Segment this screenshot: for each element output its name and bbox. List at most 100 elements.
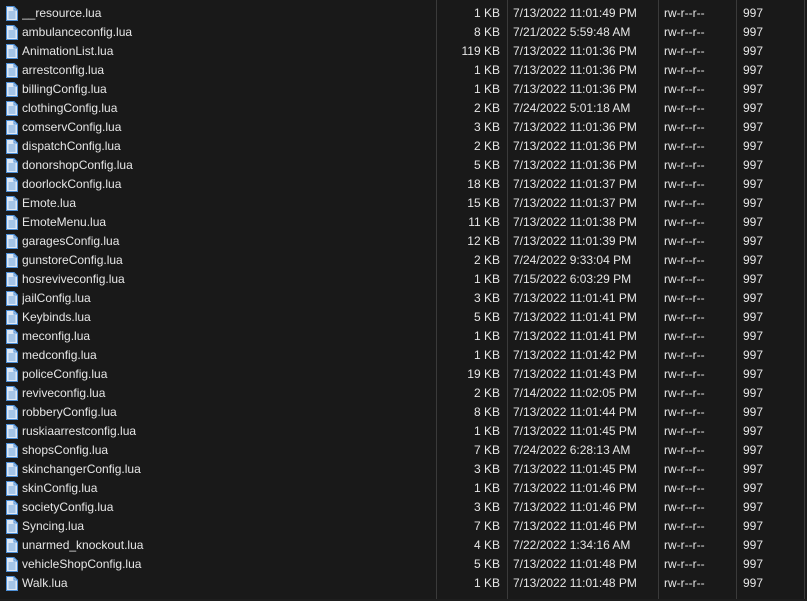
file-permissions: rw-r--r--: [664, 367, 705, 381]
file-size: 11 KB: [468, 215, 500, 229]
file-owner: 997: [743, 348, 764, 362]
file-row[interactable]: gunstoreConfig.lua 2 KB 7/24/2022 9:33:04 …: [0, 251, 807, 270]
file-icon: [5, 291, 18, 306]
file-row[interactable]: hosreviveconfig.lua 1 KB 7/15/2022 6:03:29…: [0, 270, 807, 289]
file-name: societyConfig.lua: [22, 500, 114, 514]
file-row[interactable]: Emote.lua 15 KB 7/13/2022 11:01:37 PM rw-r-…: [0, 194, 807, 213]
file-size: 12 KB: [467, 234, 500, 248]
file-modified: 7/13/2022 11:01:38 PM: [513, 215, 637, 229]
file-icon: [5, 234, 18, 249]
file-icon: [5, 44, 18, 59]
file-row[interactable]: Syncing.lua 7 KB 7/13/2022 11:01:46 PM rw-r…: [0, 517, 807, 536]
file-owner: 997: [743, 25, 764, 39]
file-name: AnimationList.lua: [22, 44, 114, 58]
file-name: skinchangerConfig.lua: [22, 462, 141, 476]
file-permissions: rw-r--r--: [664, 6, 705, 20]
file-row[interactable]: EmoteMenu.lua 11 KB 7/13/2022 11:01:38 PM r…: [0, 213, 807, 232]
file-row[interactable]: Walk.lua 1 KB 7/13/2022 11:01:48 PM rw-r--r…: [0, 574, 807, 593]
file-owner: 997: [743, 310, 764, 324]
file-permissions: rw-r--r--: [664, 101, 705, 115]
file-row[interactable]: dispatchConfig.lua 2 KB 7/13/2022 11:01:36…: [0, 137, 807, 156]
file-modified: 7/13/2022 11:01:44 PM: [513, 405, 637, 419]
file-name: garagesConfig.lua: [22, 234, 120, 248]
file-icon: [5, 348, 18, 363]
file-size: 4 KB: [473, 538, 500, 552]
file-row[interactable]: AnimationList.lua 119 KB 7/13/2022 11:01:3…: [0, 42, 807, 61]
file-permissions: rw-r--r--: [664, 139, 705, 153]
file-row[interactable]: robberyConfig.lua 8 KB 7/13/2022 11:01:44 …: [0, 403, 807, 422]
file-owner: 997: [743, 405, 764, 419]
file-row[interactable]: unarmed_knockout.lua 4 KB 7/22/2022 1:34:1…: [0, 536, 807, 555]
file-modified: 7/13/2022 11:01:36 PM: [513, 82, 637, 96]
file-icon: [5, 367, 18, 382]
file-size: 3 KB: [473, 462, 500, 476]
file-icon: [5, 519, 18, 534]
file-owner: 997: [743, 538, 764, 552]
file-icon: [5, 272, 18, 287]
file-icon: [5, 120, 18, 135]
file-row[interactable]: jailConfig.lua 3 KB 7/13/2022 11:01:41 PM r…: [0, 289, 807, 308]
file-icon: [5, 158, 18, 173]
file-size: 5 KB: [473, 158, 500, 172]
file-name: robberyConfig.lua: [22, 405, 117, 419]
file-row[interactable]: reviveconfig.lua 2 KB 7/14/2022 11:02:05 P…: [0, 384, 807, 403]
file-row[interactable]: clothingConfig.lua 2 KB 7/24/2022 5:01:18 …: [0, 99, 807, 118]
file-modified: 7/13/2022 11:01:46 PM: [513, 481, 637, 495]
file-permissions: rw-r--r--: [664, 82, 705, 96]
file-icon: [5, 82, 18, 97]
file-modified: 7/13/2022 11:01:43 PM: [513, 367, 637, 381]
file-modified: 7/13/2022 11:01:48 PM: [513, 576, 637, 590]
file-row[interactable]: donorshopConfig.lua 5 KB 7/13/2022 11:01:3…: [0, 156, 807, 175]
file-modified: 7/22/2022 1:34:16 AM: [513, 538, 631, 552]
file-row[interactable]: comservConfig.lua 3 KB 7/13/2022 11:01:36 …: [0, 118, 807, 137]
file-icon: [5, 538, 18, 553]
file-modified: 7/13/2022 11:01:46 PM: [513, 519, 637, 533]
file-row[interactable]: vehicleShopConfig.lua 5 KB 7/13/2022 11:01…: [0, 555, 807, 574]
file-row[interactable]: skinchangerConfig.lua 3 KB 7/13/2022 11:01…: [0, 460, 807, 479]
file-row[interactable]: doorlockConfig.lua 18 KB 7/13/2022 11:01:3…: [0, 175, 807, 194]
file-row[interactable]: shopsConfig.lua 7 KB 7/24/2022 6:28:13 AM r…: [0, 441, 807, 460]
file-row[interactable]: meconfig.lua 1 KB 7/13/2022 11:01:41 PM rw-…: [0, 327, 807, 346]
file-row[interactable]: __resource.lua 1 KB 7/13/2022 11:01:49 PM r…: [0, 4, 807, 23]
file-name: medconfig.lua: [22, 348, 97, 362]
file-name: skinConfig.lua: [22, 481, 98, 495]
file-modified: 7/24/2022 6:28:13 AM: [513, 443, 631, 457]
file-owner: 997: [743, 500, 764, 514]
file-icon: [5, 215, 18, 230]
file-size: 1 KB: [473, 481, 500, 495]
file-name: Syncing.lua: [22, 519, 85, 533]
file-permissions: rw-r--r--: [664, 177, 705, 191]
file-modified: 7/13/2022 11:01:36 PM: [513, 63, 637, 77]
file-size: 1 KB: [473, 329, 500, 343]
file-size: 15 KB: [467, 196, 500, 210]
file-size: 5 KB: [473, 557, 500, 571]
file-name: Walk.lua: [22, 576, 68, 590]
file-permissions: rw-r--r--: [664, 158, 705, 172]
file-name: comservConfig.lua: [22, 120, 122, 134]
file-row[interactable]: billingConfig.lua 1 KB 7/13/2022 11:01:36 …: [0, 80, 807, 99]
file-row[interactable]: medconfig.lua 1 KB 7/13/2022 11:01:42 PM rw…: [0, 346, 807, 365]
file-owner: 997: [743, 44, 764, 58]
file-row[interactable]: arrestconfig.lua 1 KB 7/13/2022 11:01:36 P…: [0, 61, 807, 80]
file-permissions: rw-r--r--: [664, 329, 705, 343]
file-permissions: rw-r--r--: [664, 44, 705, 58]
file-row[interactable]: skinConfig.lua 1 KB 7/13/2022 11:01:46 PM r…: [0, 479, 807, 498]
file-icon: [5, 139, 18, 154]
file-size: 1 KB: [473, 576, 500, 590]
file-row[interactable]: garagesConfig.lua 12 KB 7/13/2022 11:01:39…: [0, 232, 807, 251]
file-row[interactable]: ambulanceconfig.lua 8 KB 7/21/2022 5:59:48…: [0, 23, 807, 42]
file-permissions: rw-r--r--: [664, 234, 705, 248]
file-permissions: rw-r--r--: [664, 291, 705, 305]
file-row[interactable]: Keybinds.lua 5 KB 7/13/2022 11:01:41 PM rw-…: [0, 308, 807, 327]
file-owner: 997: [743, 253, 764, 267]
file-icon: [5, 6, 18, 21]
file-name: Keybinds.lua: [22, 310, 91, 324]
file-row[interactable]: societyConfig.lua 3 KB 7/13/2022 11:01:46 …: [0, 498, 807, 517]
file-row[interactable]: policeConfig.lua 19 KB 7/13/2022 11:01:43 …: [0, 365, 807, 384]
file-icon: [5, 25, 18, 40]
file-permissions: rw-r--r--: [664, 424, 705, 438]
file-owner: 997: [743, 481, 764, 495]
file-permissions: rw-r--r--: [664, 519, 705, 533]
file-row[interactable]: ruskiaarrestconfig.lua 1 KB 7/13/2022 11:0…: [0, 422, 807, 441]
file-name: ambulanceconfig.lua: [22, 25, 133, 39]
